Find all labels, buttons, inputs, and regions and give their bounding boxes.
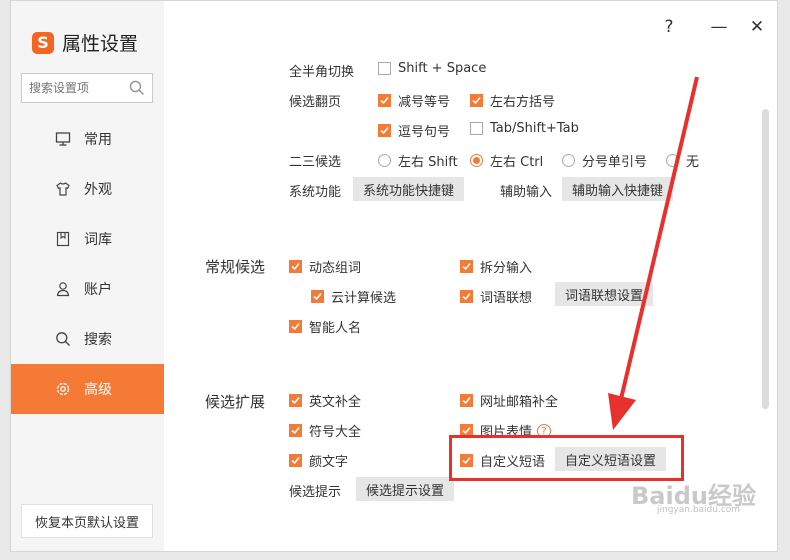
checkbox-checked[interactable]: [378, 124, 391, 137]
radio-left-right-shift[interactable]: 左右 Shift: [378, 151, 458, 170]
checkbox-checked[interactable]: [311, 290, 324, 303]
dynamic-phrase-checkbox[interactable]: 动态组词: [289, 257, 361, 276]
fullhalf-label: 全半角切换: [289, 65, 355, 80]
assist-input-label: 辅助输入: [500, 185, 553, 200]
settings-window: S 属性设置 常用 外观: [10, 0, 778, 552]
checkbox-checked[interactable]: [460, 290, 473, 303]
checkbox-checked[interactable]: [289, 394, 302, 407]
custom-phrase-highlight-box: [449, 435, 684, 481]
comma-period-checkbox[interactable]: 逗号句号: [378, 121, 450, 140]
checkbox-checked[interactable]: [460, 260, 473, 273]
radio-none[interactable]: 无: [666, 151, 699, 170]
checkbox-checked[interactable]: [378, 94, 391, 107]
checkbox-checked[interactable]: [470, 94, 483, 107]
radio-selected[interactable]: [470, 154, 483, 167]
radio-unselected[interactable]: [378, 154, 391, 167]
assist-shortcut-button[interactable]: 辅助输入快捷键: [562, 177, 674, 201]
symbols-checkbox[interactable]: 符号大全: [289, 421, 361, 440]
english-completion-checkbox[interactable]: 英文补全: [289, 391, 361, 410]
url-email-completion-checkbox[interactable]: 网址邮箱补全: [460, 391, 558, 410]
word-association-checkbox[interactable]: 词语联想: [460, 287, 532, 306]
kaomoji-checkbox[interactable]: 颜文字: [289, 451, 348, 470]
checkbox-checked[interactable]: [460, 394, 473, 407]
brackets-checkbox[interactable]: 左右方括号: [470, 91, 555, 110]
minus-equal-checkbox[interactable]: 减号等号: [378, 91, 450, 110]
baidu-watermark: Baidu经验 jingyan.baidu.com: [631, 476, 756, 515]
checkbox-unchecked[interactable]: [378, 62, 391, 75]
candidate-hint-label: 候选提示: [289, 485, 342, 500]
word-association-settings-button[interactable]: 词语联想设置: [555, 282, 654, 306]
radio-semicolon-quote[interactable]: 分号单引号: [562, 151, 647, 170]
general-candidates-section: 常规候选: [205, 258, 266, 276]
radio-unselected[interactable]: [562, 154, 575, 167]
radio-unselected[interactable]: [666, 154, 679, 167]
system-function-label: 系统功能: [289, 185, 342, 200]
second-third-label: 二三候选: [289, 155, 342, 170]
checkbox-unchecked[interactable]: [470, 122, 483, 135]
system-shortcut-button[interactable]: 系统功能快捷键: [353, 177, 465, 201]
candidate-page-label: 候选翻页: [289, 95, 342, 110]
checkbox-checked[interactable]: [289, 320, 302, 333]
watermark-url: jingyan.baidu.com: [657, 505, 741, 515]
checkbox-checked[interactable]: [289, 260, 302, 273]
checkbox-checked[interactable]: [289, 424, 302, 437]
fullhalf-shift-space-checkbox[interactable]: Shift + Space: [378, 61, 486, 76]
cloud-candidate-checkbox[interactable]: 云计算候选: [311, 287, 396, 306]
split-input-checkbox[interactable]: 拆分输入: [460, 257, 532, 276]
radio-left-right-ctrl[interactable]: 左右 Ctrl: [470, 151, 543, 170]
tab-shift-tab-checkbox[interactable]: Tab/Shift+Tab: [470, 121, 579, 136]
candidate-extension-section: 候选扩展: [205, 393, 266, 411]
checkbox-checked[interactable]: [289, 454, 302, 467]
smart-name-checkbox[interactable]: 智能人名: [289, 317, 361, 336]
candidate-hint-settings-button[interactable]: 候选提示设置: [356, 477, 455, 501]
